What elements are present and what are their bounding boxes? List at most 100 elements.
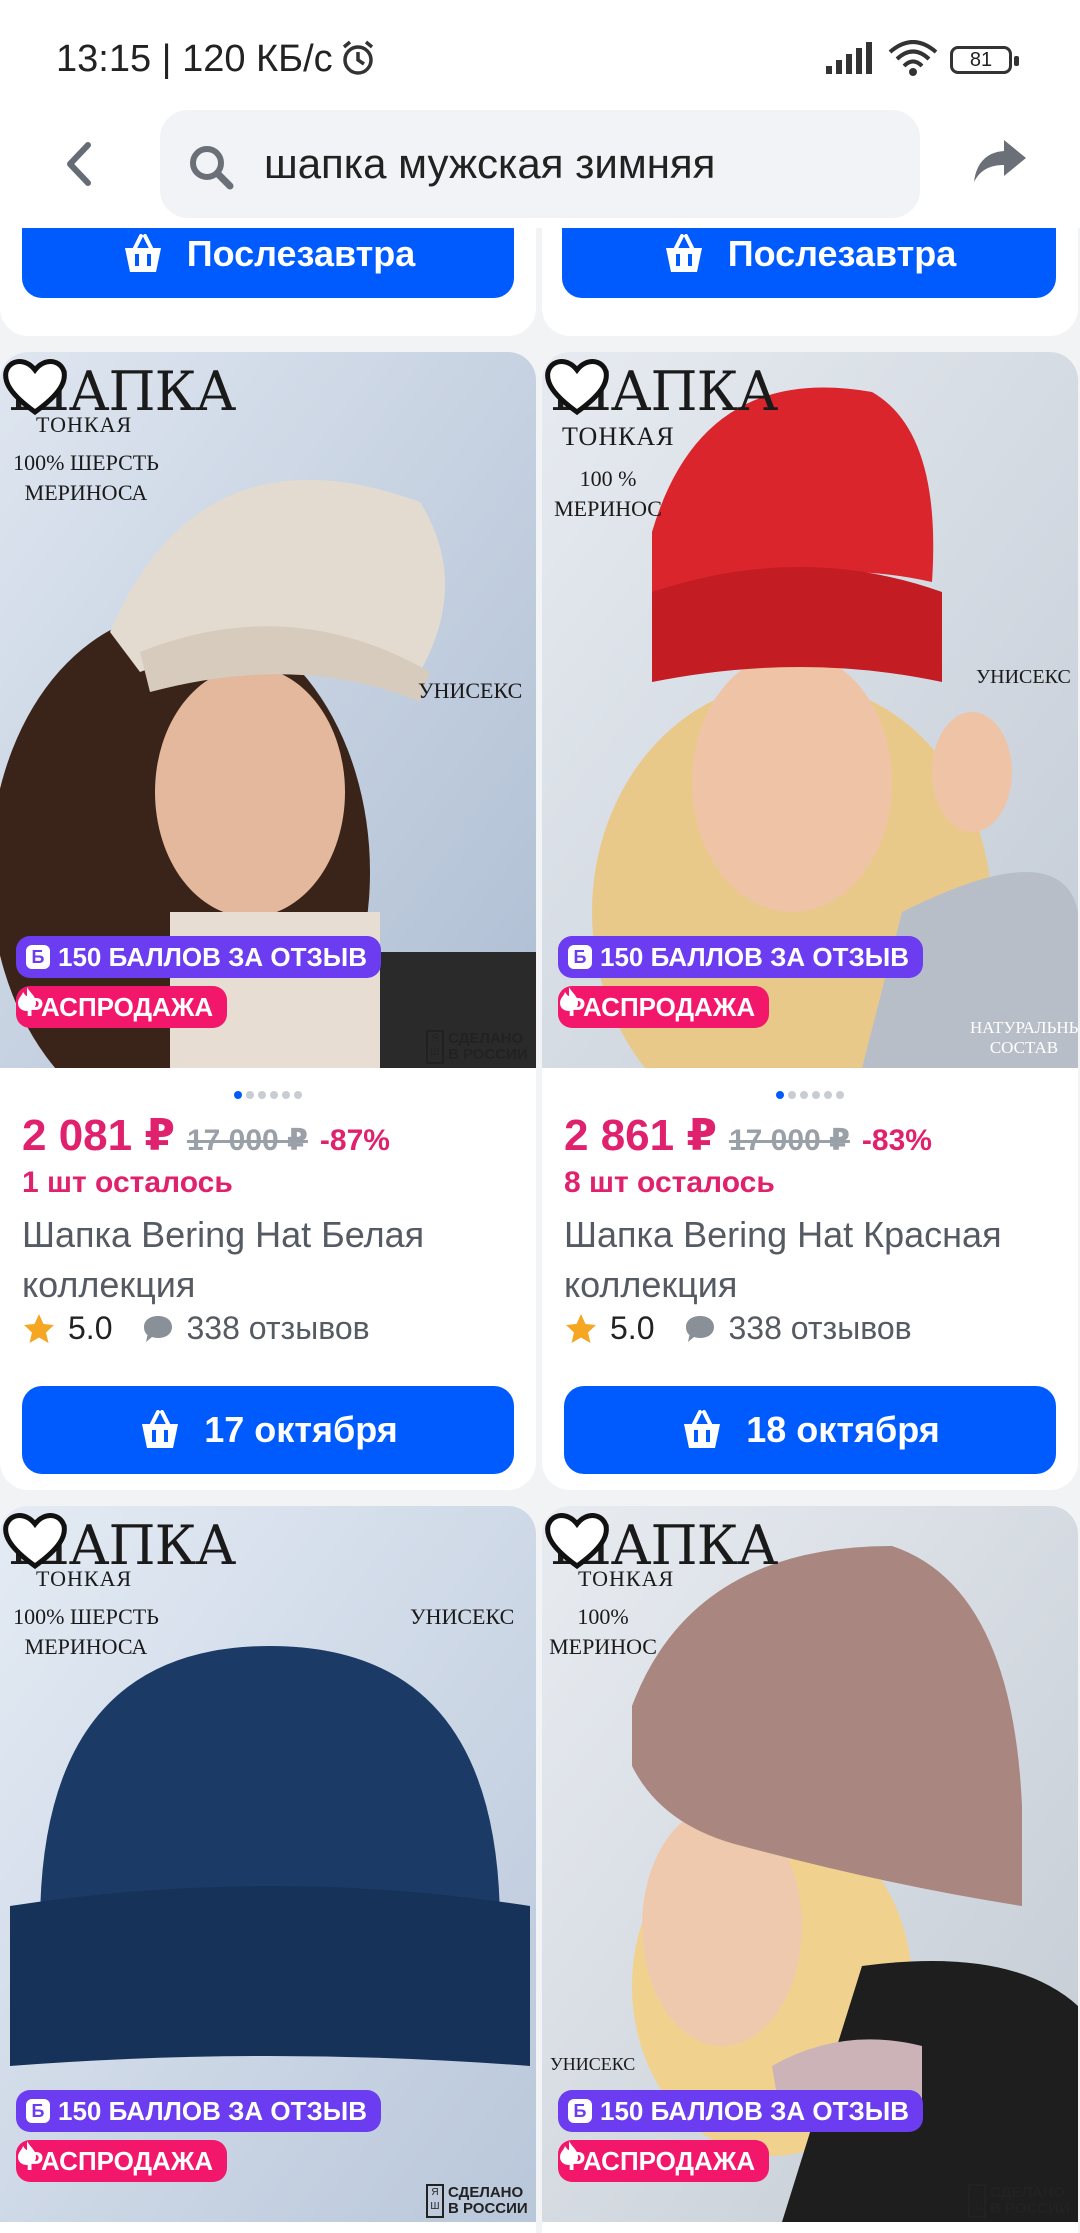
product-card[interactable]: ШАПКА ТОНКАЯ 100% ШЕРСТЬ МЕРИНОСА УНИСЕК…: [0, 1506, 536, 2233]
wifi-icon: [888, 40, 938, 76]
made-in-russia-logo: ЯШ СДЕЛАНО В РОССИИ: [426, 2184, 530, 2218]
reviews-count[interactable]: 338 отзывов: [728, 1310, 911, 1347]
favorite-heart-icon[interactable]: [0, 1506, 70, 1576]
sale-badge-text: РАСПРОДАЖА: [26, 2145, 214, 2176]
back-button[interactable]: [48, 134, 108, 194]
status-bar: 13:15 | 120 КБ/с 81: [0, 0, 1080, 110]
photo-pager: [0, 1086, 536, 1099]
share-arrow-icon: [974, 140, 1026, 182]
photo-note: 100% МЕРИНОС: [549, 1604, 657, 1659]
product-card-partial[interactable]: Послезавтра: [542, 228, 1078, 336]
flame-icon: [560, 2141, 578, 2165]
delivery-button[interactable]: Послезавтра: [22, 228, 514, 298]
points-badge-text: 150 БАЛЛОВ ЗА ОТЗЫВ: [600, 941, 910, 972]
delivery-date: 18 октября: [746, 1409, 940, 1450]
rating-value: 5.0: [610, 1310, 655, 1346]
search-icon: [190, 146, 234, 190]
star-icon: [566, 1313, 596, 1343]
battery-icon: 81: [950, 46, 1019, 74]
discount: -83%: [861, 1124, 932, 1157]
current-price: 2 081 ₽: [22, 1111, 175, 1160]
price-row: 2 081 ₽ 17 000 ₽ -87%: [22, 1110, 390, 1161]
points-icon: Б: [568, 2099, 592, 2123]
points-icon: Б: [568, 945, 592, 969]
rating-row: 5.0 338 отзывов: [564, 1310, 912, 1347]
discount: -87%: [319, 1124, 390, 1157]
favorite-heart-icon[interactable]: [542, 352, 612, 422]
reviews-count[interactable]: 338 отзывов: [186, 1310, 369, 1347]
points-badge-text: 150 БАЛЛОВ ЗА ОТЗЫВ: [600, 2095, 910, 2126]
product-photo[interactable]: ШАПКА ТОНКАЯ 100% МЕРИНОС УНИСЕКС Б 150 …: [542, 1506, 1078, 2222]
favorite-heart-icon[interactable]: [0, 352, 70, 422]
comment-icon: [686, 1315, 715, 1342]
points-badge-text: 150 БАЛЛОВ ЗА ОТЗЫВ: [58, 2095, 368, 2126]
sale-badge-text: РАСПРОДАЖА: [568, 2145, 756, 2176]
photo-side-label-2: НАТУРАЛЬНЫЙ СОСТАВ: [970, 1018, 1078, 1057]
photo-side-label: УНИСЕКС: [976, 666, 1071, 688]
points-badge: Б 150 БАЛЛОВ ЗА ОТЗЫВ: [16, 2090, 382, 2132]
sale-badge: РАСПРОДАЖА: [558, 986, 770, 1028]
alarm-icon: [342, 40, 374, 75]
points-icon: Б: [26, 945, 50, 969]
favorite-heart-icon[interactable]: [542, 1506, 612, 1576]
product-card[interactable]: ШАПКА ТОНКАЯ 100% МЕРИНОС УНИСЕКС Б 150 …: [542, 1506, 1078, 2233]
chevron-left-icon: [67, 142, 91, 186]
sale-badge-text: РАСПРОДАЖА: [26, 991, 214, 1022]
delivery-button[interactable]: 17 октября: [22, 1386, 514, 1474]
search-header: шапка мужская зимняя: [0, 110, 1080, 228]
points-icon: Б: [26, 2099, 50, 2123]
basket-icon: [124, 234, 161, 272]
photo-note: 100% ШЕРСТЬ МЕРИНОСА: [13, 1604, 159, 1659]
delivery-date: Послезавтра: [727, 233, 957, 274]
rating-row: 5.0 338 отзывов: [22, 1310, 370, 1347]
flame-icon: [18, 987, 36, 1011]
made-in-russia-logo: ЯШ СДЕЛАНО В РОССИИ: [426, 1030, 530, 1064]
photo-side-label: УНИСЕКС: [410, 1604, 515, 1629]
product-card[interactable]: ШАПКА ТОНКАЯ 100% ШЕРСТЬ МЕРИНОСА УНИСЕК…: [0, 352, 536, 1490]
price-row: 2 861 ₽ 17 000 ₽ -83%: [564, 1110, 932, 1161]
flame-icon: [18, 2141, 36, 2165]
sale-badge: РАСПРОДАЖА: [16, 2140, 228, 2182]
share-button[interactable]: [972, 136, 1032, 196]
search-query: шапка мужская зимняя: [264, 140, 716, 187]
basket-icon: [684, 1410, 721, 1448]
photo-note: 100% ШЕРСТЬ МЕРИНОСА: [13, 450, 159, 505]
product-title[interactable]: Шапка Bering Hat Белая коллекция: [22, 1210, 522, 1310]
delivery-button[interactable]: Послезавтра: [562, 228, 1056, 298]
photo-pager: [542, 1086, 1078, 1099]
search-input[interactable]: шапка мужская зимняя: [160, 110, 920, 218]
photo-side-label: УНИСЕКС: [550, 2054, 636, 2074]
points-badge: Б 150 БАЛЛОВ ЗА ОТЗЫВ: [16, 936, 382, 978]
flame-icon: [560, 987, 578, 1011]
product-card[interactable]: ШАПКА ТОНКАЯ 100 % МЕРИНОС УНИСЕКС НАТУР…: [542, 352, 1078, 1490]
product-card-partial[interactable]: Послезавтра: [0, 228, 536, 336]
delivery-button[interactable]: 18 октября: [564, 1386, 1056, 1474]
sale-badge: РАСПРОДАЖА: [558, 2140, 770, 2182]
points-badge: Б 150 БАЛЛОВ ЗА ОТЗЫВ: [558, 2090, 924, 2132]
stock-left: 1 шт осталось: [22, 1166, 233, 1199]
product-photo[interactable]: ШАПКА ТОНКАЯ 100% ШЕРСТЬ МЕРИНОСА УНИСЕК…: [0, 1506, 536, 2222]
made-in-russia-logo: ЯШ СДЕЛАНО В РОССИИ: [968, 2184, 1072, 2218]
current-price: 2 861 ₽: [564, 1111, 717, 1160]
status-time: 13:15 | 120 КБ/с: [56, 38, 333, 80]
comment-icon: [144, 1315, 173, 1342]
rating-value: 5.0: [68, 1310, 113, 1346]
product-grid: Послезавтра Послезавтра ШАПКА ТОНКАЯ 100…: [0, 228, 1080, 2233]
basket-icon: [142, 1410, 179, 1448]
signal-icon: [826, 42, 872, 74]
delivery-date: 17 октября: [204, 1409, 398, 1450]
points-badge-text: 150 БАЛЛОВ ЗА ОТЗЫВ: [58, 941, 368, 972]
old-price: 17 000 ₽: [186, 1124, 308, 1157]
old-price: 17 000 ₽: [728, 1124, 850, 1157]
basket-icon: [665, 234, 702, 272]
star-icon: [24, 1313, 54, 1343]
product-title[interactable]: Шапка Bering Hat Красная коллекция: [564, 1210, 1064, 1310]
points-badge: Б 150 БАЛЛОВ ЗА ОТЗЫВ: [558, 936, 924, 978]
product-photo[interactable]: ШАПКА ТОНКАЯ 100% ШЕРСТЬ МЕРИНОСА УНИСЕК…: [0, 352, 536, 1068]
sale-badge-text: РАСПРОДАЖА: [568, 991, 756, 1022]
stock-left: 8 шт осталось: [564, 1166, 775, 1199]
photo-brand-subtitle: ТОНКАЯ: [562, 422, 675, 451]
sale-badge: РАСПРОДАЖА: [16, 986, 228, 1028]
product-photo[interactable]: ШАПКА ТОНКАЯ 100 % МЕРИНОС УНИСЕКС НАТУР…: [542, 352, 1078, 1068]
photo-note: 100 % МЕРИНОС: [554, 466, 662, 521]
